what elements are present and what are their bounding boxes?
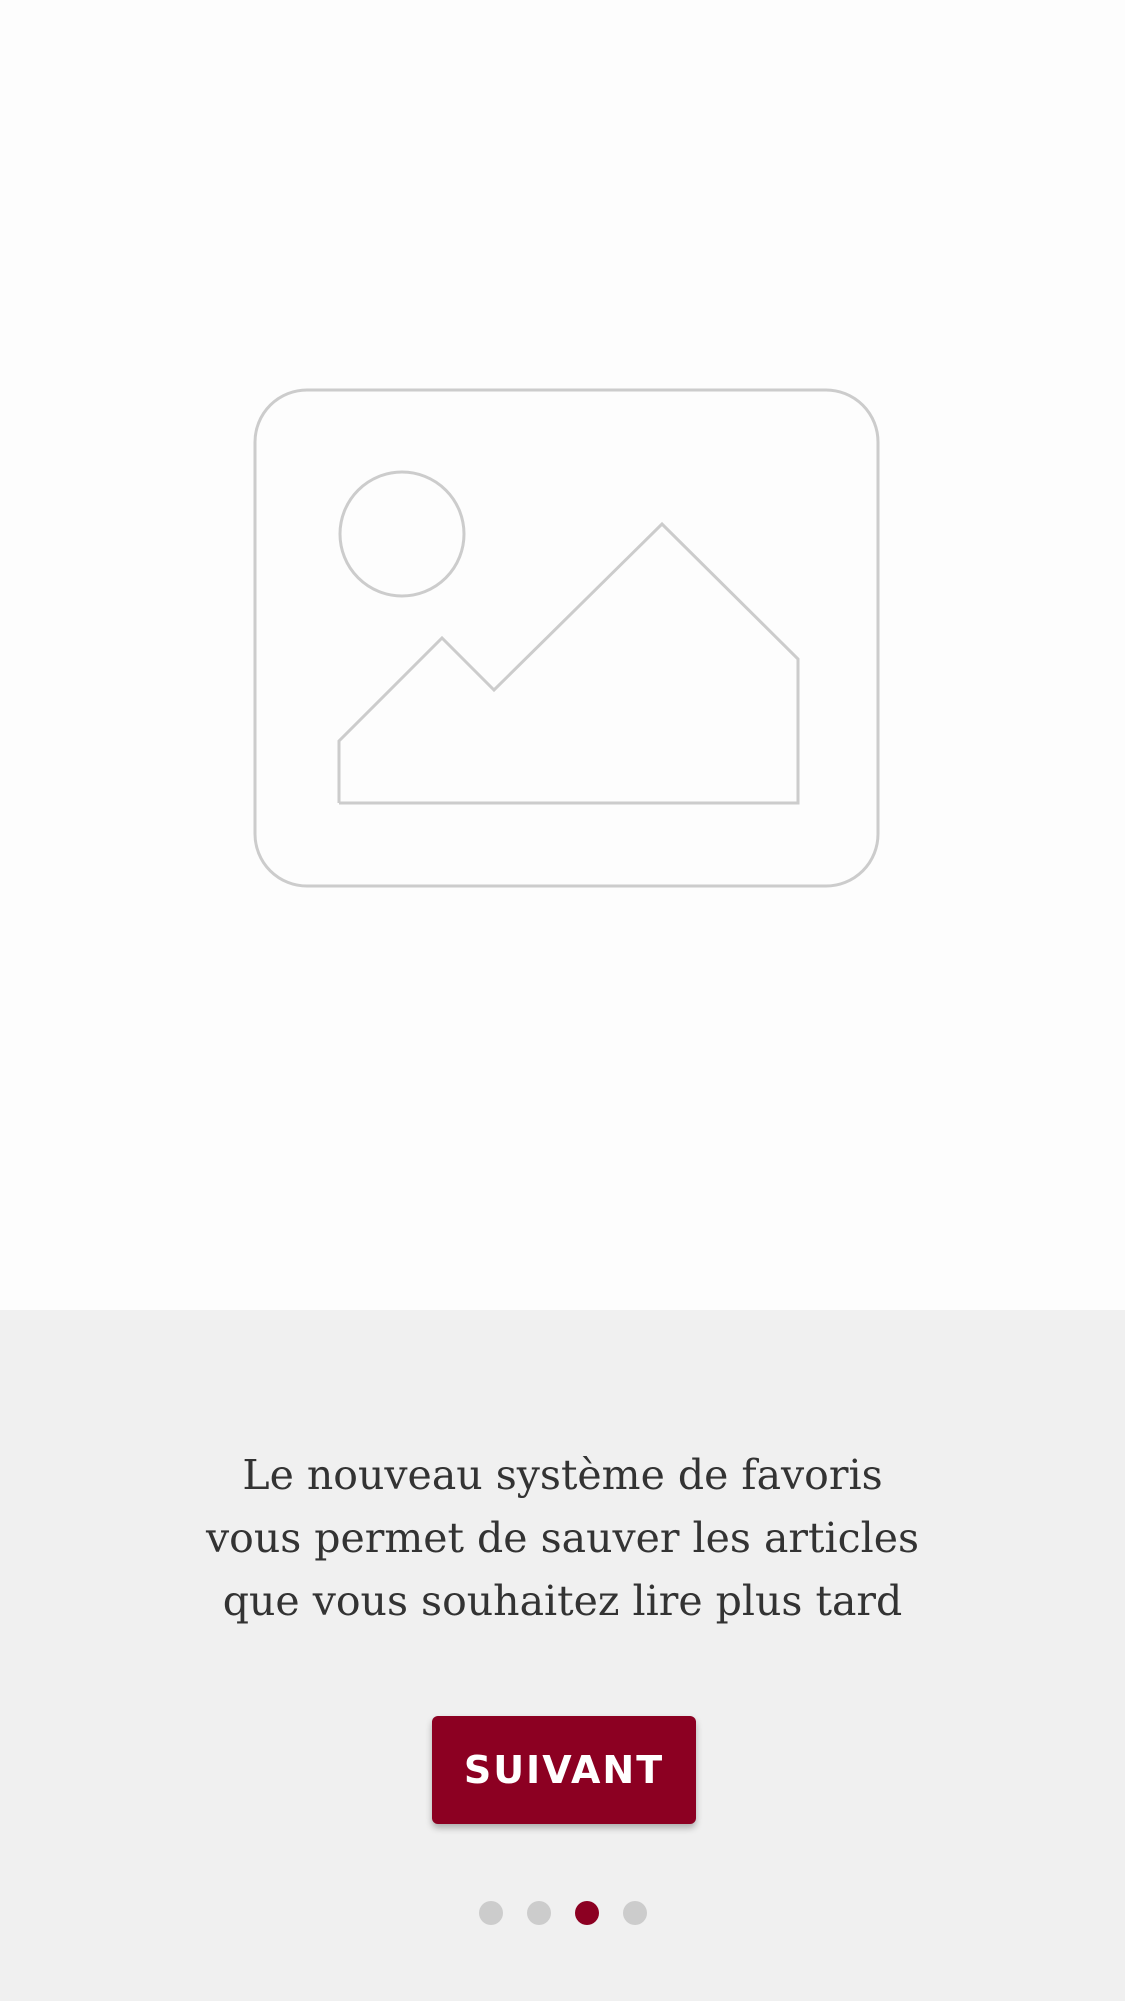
page-dot-4[interactable] xyxy=(622,1901,647,1925)
page-dot-2[interactable] xyxy=(526,1901,551,1925)
page-dot-3[interactable] xyxy=(574,1901,599,1925)
page-indicator xyxy=(0,1900,1125,1926)
next-button[interactable]: SUIVANT xyxy=(432,1716,696,1824)
image-placeholder-icon xyxy=(253,388,880,888)
page-dot-1[interactable] xyxy=(478,1901,503,1925)
onboarding-panel: Le nouveau système de favoris vous perme… xyxy=(0,1310,1125,2001)
onboarding-message-line: vous permet de sauver les articles xyxy=(205,1514,920,1562)
onboarding-message-line: Le nouveau système de favoris xyxy=(242,1451,883,1499)
hero-area xyxy=(0,0,1125,1310)
onboarding-message-line: que vous souhaitez lire plus tard xyxy=(222,1577,903,1625)
onboarding-message: Le nouveau système de favoris vous perme… xyxy=(140,1444,985,1633)
onboarding-screen: Le nouveau système de favoris vous perme… xyxy=(0,0,1125,2001)
